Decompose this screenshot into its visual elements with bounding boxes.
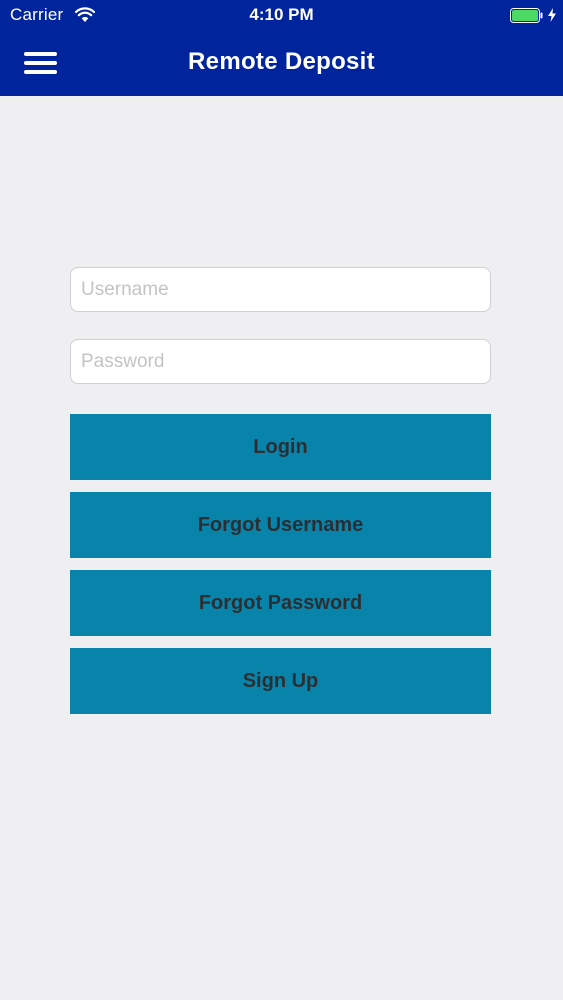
page-title: Remote Deposit <box>188 48 375 75</box>
charging-bolt-icon <box>548 8 556 22</box>
navigation-bar: Remote Deposit <box>0 32 563 96</box>
status-bar: Carrier 4:10 PM <box>0 0 563 32</box>
battery-icon <box>510 8 543 23</box>
forgot-username-button[interactable]: Forgot Username <box>70 492 491 558</box>
login-button[interactable]: Login <box>70 414 491 480</box>
login-buttons: Login Forgot Username Forgot Password Si… <box>70 414 491 714</box>
status-time: 4:10 PM <box>249 5 314 24</box>
username-input[interactable] <box>70 267 491 312</box>
sign-up-button[interactable]: Sign Up <box>70 648 491 714</box>
password-input[interactable] <box>70 339 491 384</box>
forgot-password-button[interactable]: Forgot Password <box>70 570 491 636</box>
login-form: Login Forgot Username Forgot Password Si… <box>70 267 491 714</box>
